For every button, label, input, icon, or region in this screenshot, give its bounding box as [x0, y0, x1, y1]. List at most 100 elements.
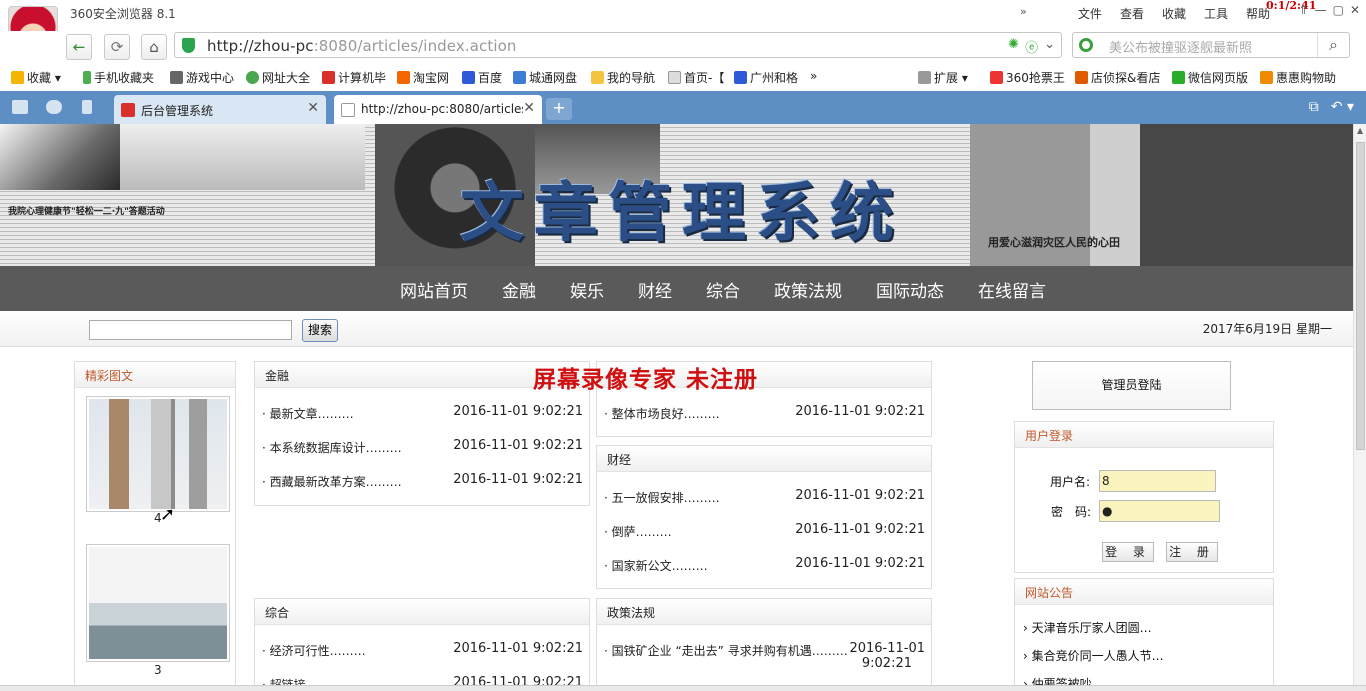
username-label: 用户名: [1050, 475, 1091, 489]
current-date: 2017年6月19日 星期一 [1202, 322, 1332, 336]
address-bar-icons: ✺ ⓔ ⌄ [1008, 37, 1055, 56]
bookmark-taobao[interactable]: 淘宝网 [397, 69, 449, 86]
undo-close-icon[interactable]: ↶ ▾ [1331, 99, 1354, 115]
back-icon[interactable]: ← [66, 34, 92, 60]
cloud-icon[interactable] [46, 100, 62, 114]
featured-caption-2[interactable]: 3 [154, 663, 162, 677]
mouse-cursor-icon: ➚ [160, 504, 176, 525]
close-tab-icon[interactable]: ✕ [523, 100, 535, 116]
news-link[interactable]: · 最新文章……… [262, 405, 354, 422]
nav-policy[interactable]: 政策法规 [774, 277, 842, 302]
bookmark-wechat[interactable]: 微信网页版 [1172, 69, 1248, 86]
news-link[interactable]: · 倒萨……… [604, 523, 672, 540]
bookmark-extensions[interactable]: 扩展 ▾ [918, 69, 968, 86]
banner-photo-track [120, 124, 365, 190]
nav-finance[interactable]: 金融 [502, 277, 536, 302]
news-date: 2016-11-01 9:02:21 [453, 472, 583, 487]
nav-general[interactable]: 综合 [706, 277, 740, 302]
username-input[interactable]: 8 [1099, 470, 1216, 492]
bookmark-shop-spy[interactable]: 店侦探&看店 [1075, 69, 1160, 86]
menu-tools[interactable]: 工具 [1204, 5, 1228, 22]
pin-icon[interactable]: ⇑ [1299, 3, 1309, 17]
bookmarks-overflow-chevron[interactable]: » [810, 69, 817, 83]
bookmark-favorites[interactable]: 收藏 ▾ [11, 69, 61, 86]
announcement-link[interactable]: › 集合竞价同一人愚人节… [1023, 647, 1164, 664]
login-button[interactable]: 登 录 [1102, 542, 1154, 562]
bookmark-hao[interactable]: 网址大全 [246, 69, 310, 86]
news-date: 2016-11-01 9:02:21 [795, 556, 925, 571]
new-tab-button[interactable]: + [546, 98, 572, 120]
scrollbar-thumb[interactable] [1356, 142, 1365, 450]
ie-mode-icon[interactable]: ⓔ [1025, 37, 1038, 56]
user-login-title: 用户登录 [1015, 422, 1273, 448]
news-link[interactable]: · 国家新公文……… [604, 557, 708, 574]
menu-file[interactable]: 文件 [1078, 5, 1102, 22]
home-icon[interactable]: ⌂ [141, 34, 167, 60]
news-link[interactable]: · 五一放假安排……… [604, 489, 720, 506]
refresh-icon[interactable]: ⟳ [104, 34, 130, 60]
tab-bar-tools: ⧉ ↶ ▾ [1309, 99, 1354, 115]
announcement-link[interactable]: › 天津音乐厅家人团圆… [1023, 619, 1152, 636]
nav-entertainment[interactable]: 娱乐 [570, 277, 604, 302]
announcements-box: 网站公告 › 天津音乐厅家人团圆… › 集合竞价同一人愚人节… › 仲要签被吵… [1014, 578, 1274, 687]
address-bar[interactable]: http://zhou-pc:8080/articles/index.actio… [174, 32, 1062, 58]
nav-home[interactable]: 网站首页 [400, 277, 468, 302]
news-link[interactable]: · 本系统数据库设计……… [262, 439, 402, 456]
bookmark-home[interactable]: 首页-【 [668, 69, 724, 86]
news-link[interactable]: · 整体市场良好……… [604, 405, 720, 422]
tile-windows-icon[interactable]: ⧉ [1309, 99, 1319, 115]
nav-guestbook[interactable]: 在线留言 [978, 277, 1046, 302]
bookmark-huihui[interactable]: 惠惠购物助 [1260, 69, 1336, 86]
browser-search-box[interactable]: 美公布被撞驱逐舰最新照 ⌕ [1072, 32, 1350, 58]
news-link[interactable]: · 西藏最新改革方案……… [262, 473, 402, 490]
menu-view[interactable]: 查看 [1120, 5, 1144, 22]
tab-admin[interactable]: 后台管理系统 ✕ [114, 95, 326, 124]
browser-title-bar: 360安全浏览器 8.1 » 文件 查看 收藏 工具 帮助 0:1/2:41 ⇑… [0, 0, 1366, 58]
bookmark-ctdisk[interactable]: 城通网盘 [513, 69, 577, 86]
admin-login-button[interactable]: 管理员登陆 [1032, 361, 1231, 410]
bookmark-games[interactable]: 游戏中心 [170, 69, 234, 86]
general-title: 综合 [255, 599, 589, 625]
bookmark-mobile[interactable]: 手机收藏夹 [83, 69, 154, 86]
building-photo [89, 399, 227, 509]
featured-image-2[interactable] [86, 544, 230, 662]
vertical-scrollbar[interactable]: ▲ [1353, 124, 1366, 687]
tab-articles[interactable]: http://zhou-pc:8080/articles ✕ [334, 95, 542, 124]
bookmark-baidu[interactable]: 百度 [462, 69, 502, 86]
url-dropdown-icon[interactable]: ⌄ [1044, 37, 1055, 56]
site-search-row: 搜索 2017年6月19日 星期一 [0, 311, 1353, 347]
password-input[interactable]: ● [1099, 500, 1220, 522]
site-banner: 我院心理健康节"轻松一二·九"答题活动 用爱心滋润灾区人民的心田 文章管理系统 [0, 124, 1353, 266]
search-engine-icon[interactable] [1079, 38, 1093, 52]
site-title: 文章管理系统 [460, 177, 904, 251]
news-date: 2016-11-01 [849, 641, 925, 656]
close-tab-icon[interactable]: ✕ [307, 100, 319, 116]
mobile-icon[interactable] [82, 100, 92, 114]
site-search-button[interactable]: 搜索 [302, 319, 338, 342]
featured-image-1[interactable] [86, 396, 230, 512]
minimize-icon[interactable]: — [1315, 3, 1327, 17]
bookmark-bishe[interactable]: 计算机毕 [322, 69, 386, 86]
url-host: http://zhou-pc [207, 37, 314, 55]
announcements-title: 网站公告 [1015, 579, 1273, 605]
loading-icon[interactable]: ✺ [1008, 37, 1019, 56]
bookmark-guangzhou[interactable]: 广州和格 [734, 69, 798, 86]
sidebar-toggle-icon[interactable] [12, 100, 28, 114]
bookmark-mynav[interactable]: 我的导航 [591, 69, 655, 86]
nav-economy[interactable]: 财经 [638, 277, 672, 302]
menu-overflow-chevron[interactable]: » [1020, 5, 1027, 18]
nav-international[interactable]: 国际动态 [876, 277, 944, 302]
tab-favicon [121, 103, 135, 117]
news-link[interactable]: · 国铁矿企业 “走出去” 寻求并购有机遇……… [604, 642, 848, 659]
maximize-icon[interactable]: ▢ [1333, 3, 1344, 17]
register-button[interactable]: 注 册 [1166, 542, 1218, 562]
menu-favorites[interactable]: 收藏 [1162, 5, 1186, 22]
scroll-up-icon[interactable]: ▲ [1357, 126, 1363, 135]
site-search-input[interactable] [89, 320, 292, 340]
horizontal-scrollbar[interactable] [0, 685, 1366, 691]
close-window-icon[interactable]: ✕ [1350, 3, 1360, 17]
news-link[interactable]: · 经济可行性……… [262, 642, 366, 659]
url-text[interactable]: http://zhou-pc:8080/articles/index.actio… [207, 37, 517, 55]
bookmark-ticket[interactable]: 360抢票王 [990, 69, 1065, 86]
search-icon[interactable]: ⌕ [1317, 33, 1349, 57]
